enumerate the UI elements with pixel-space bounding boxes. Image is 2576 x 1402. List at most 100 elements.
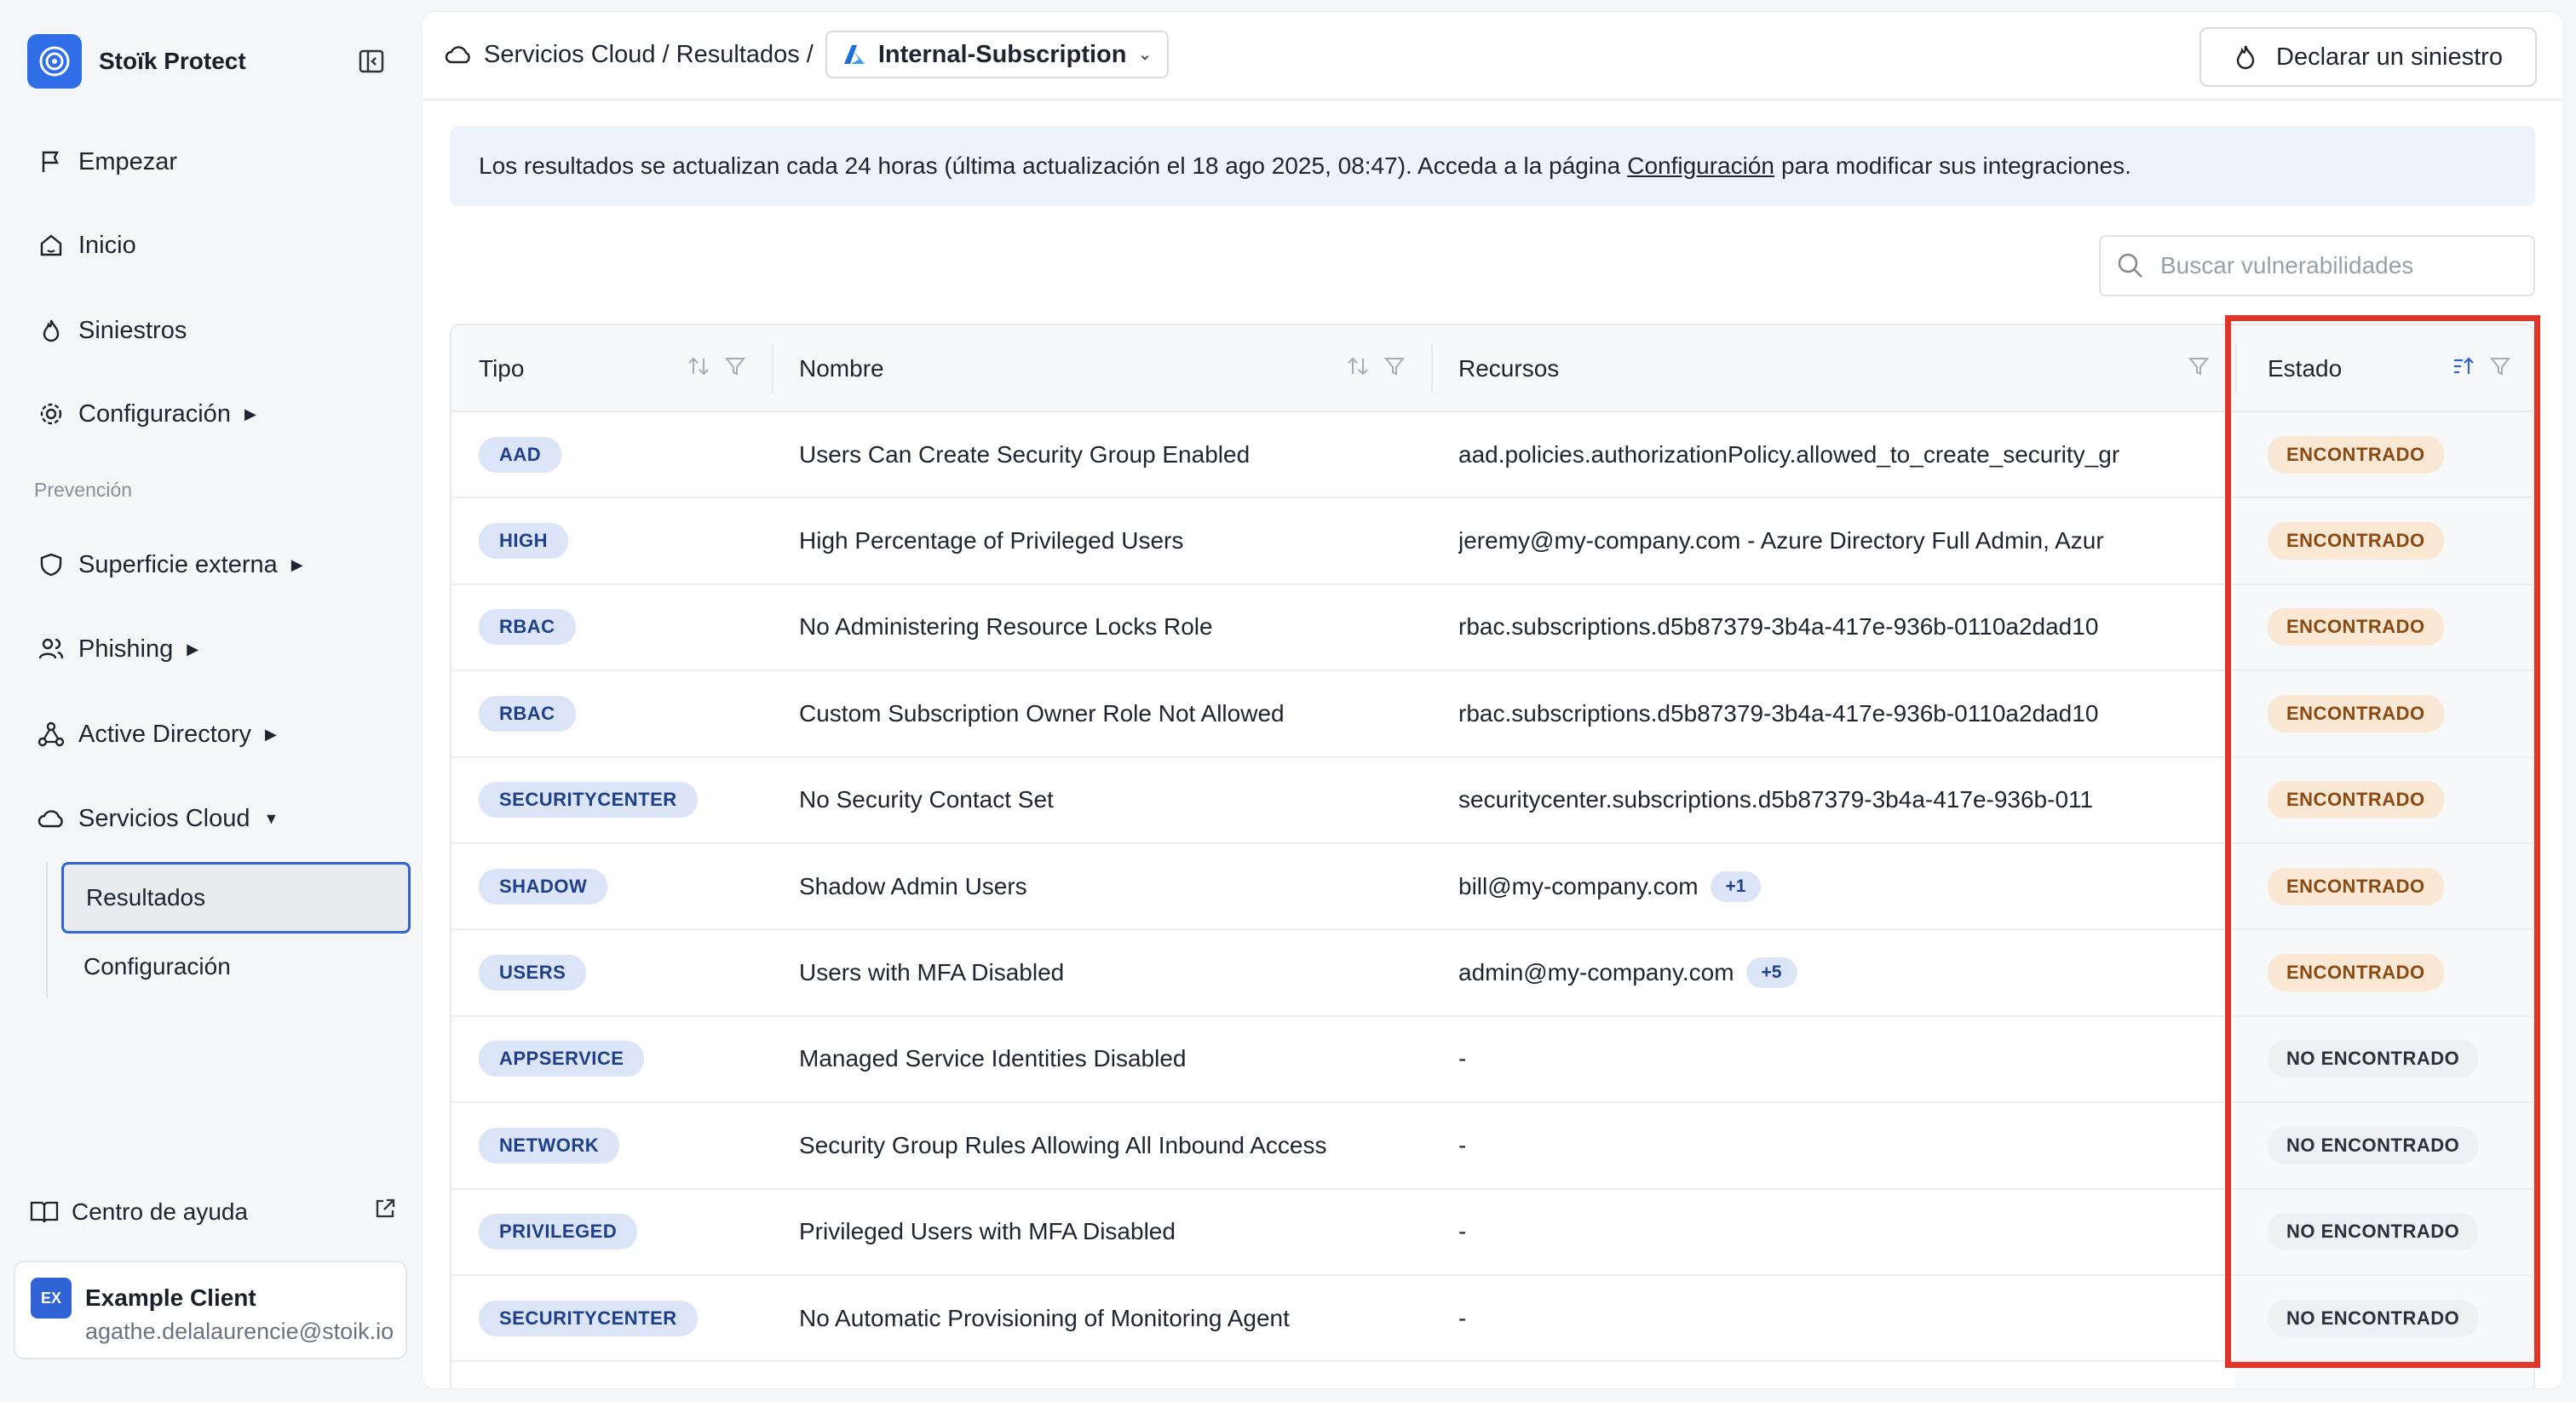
sidebar-item-servicios-cloud[interactable]: Servicios Cloud ▼ xyxy=(34,793,279,844)
filter-icon[interactable] xyxy=(1383,355,1406,383)
table-row[interactable]: USERS Users with MFA Disabled admin@my-com… xyxy=(451,930,2533,1017)
cell-nombre: Users Can Create Security Group Enabled xyxy=(799,440,1251,468)
cell-nombre: Security Group Rules Allowing All Inboun… xyxy=(799,1131,1327,1158)
help-center-link[interactable]: Centro de ayuda xyxy=(29,1197,397,1227)
search-box[interactable] xyxy=(2099,235,2535,296)
status-badge: ENCONTRADO xyxy=(2268,608,2444,646)
table-row[interactable]: RBAC Custom Subscription Owner Role Not A… xyxy=(451,671,2533,758)
sidebar-item-active-directory[interactable]: Active Directory ▶ xyxy=(34,709,277,760)
cell-recursos: - xyxy=(1458,1190,2119,1274)
sidebar: Stoïk Protect Empezar Inicio Siniestros … xyxy=(0,0,423,1402)
cell-recursos: rbac.subscriptions.d5b87379-3b4a-417e-93… xyxy=(1458,671,2119,756)
filter-icon[interactable] xyxy=(2188,355,2210,383)
banner-text: Los resultados se actualizan cada 24 hor… xyxy=(479,152,1621,179)
table-row[interactable]: NETWORK Security Group Rules Allowing All… xyxy=(451,1103,2533,1190)
cell-recursos: - xyxy=(1458,1276,2119,1360)
cell-nombre: Shadow Admin Users xyxy=(799,872,1027,899)
azure-icon xyxy=(842,43,866,66)
info-banner: Los resultados se actualizan cada 24 hor… xyxy=(450,126,2535,206)
avatar: EX xyxy=(31,1278,72,1319)
table-row[interactable]: SECURITYCENTER No Automatic Provisioning … xyxy=(451,1276,2533,1363)
sort-icon[interactable] xyxy=(687,355,710,383)
status-badge: ENCONTRADO xyxy=(2268,435,2444,474)
sidebar-item-siniestros[interactable]: Siniestros xyxy=(34,305,187,356)
resource-text: aad.policies.authorizationPolicy.allowed… xyxy=(1458,440,2119,468)
users-icon xyxy=(34,632,68,666)
column-header-tipo[interactable]: Tipo xyxy=(451,325,772,412)
filter-icon[interactable] xyxy=(724,355,746,383)
cell-estado: ENCONTRADO xyxy=(2268,412,2523,497)
resource-text: securitycenter.subscriptions.d5b87379-3b… xyxy=(1458,786,2094,813)
resource-text: - xyxy=(1458,1131,1467,1158)
sidebar-item-label: Servicios Cloud xyxy=(78,804,250,832)
main-panel: Servicios Cloud / Resultados / Internal-… xyxy=(423,12,2562,1388)
more-resources-badge[interactable]: +1 xyxy=(1710,871,1762,902)
type-badge: USERS xyxy=(479,955,587,991)
sidebar-item-label: Inicio xyxy=(78,231,136,259)
resource-text: jeremy@my-company.com - Azure Directory … xyxy=(1458,527,2104,554)
table-row[interactable]: RBAC No Administering Resource Locks Role… xyxy=(451,585,2533,672)
external-link-icon xyxy=(373,1197,397,1227)
client-switcher[interactable]: EX Example Client agathe.delalaurencie@s… xyxy=(14,1261,407,1359)
vulnerabilities-table: Tipo Nombre Recursos Estado AAD Users Ca… xyxy=(450,324,2535,1388)
sidebar-item-superficie-externa[interactable]: Superficie externa ▶ xyxy=(34,539,303,590)
cell-estado: ENCONTRADO xyxy=(2268,671,2523,756)
cell-nombre: Custom Subscription Owner Role Not Allow… xyxy=(799,699,1285,727)
section-label-prevencion: Prevención xyxy=(34,479,133,501)
cell-estado: NO ENCONTRADO xyxy=(2268,1190,2523,1274)
type-badge: PRIVILEGED xyxy=(479,1214,638,1250)
sort-icon[interactable] xyxy=(1346,355,1370,383)
cell-tipo: HIGH xyxy=(479,498,760,583)
cell-nombre: High Percentage of Privileged Users xyxy=(799,527,1184,554)
sidebar-subitem-configuracion[interactable]: Configuración xyxy=(61,931,411,1003)
cell-recursos: jeremy@my-company.com - Azure Directory … xyxy=(1458,498,2119,583)
cell-nombre: Users with MFA Disabled xyxy=(799,959,1065,986)
cell-nombre: No Security Contact Set xyxy=(799,786,1054,813)
table-row[interactable]: SECURITYCENTER No Security Contact Set sec… xyxy=(451,758,2533,844)
resource-text: admin@my-company.com xyxy=(1458,959,1734,986)
table-row[interactable]: HIGH High Percentage of Privileged Users j… xyxy=(451,498,2533,585)
book-icon xyxy=(29,1198,60,1226)
search-input[interactable] xyxy=(2160,252,2518,279)
brand-logo-icon xyxy=(27,34,82,89)
cell-recursos: bill@my-company.com +1 xyxy=(1458,844,2119,928)
sidebar-item-inicio[interactable]: Inicio xyxy=(34,220,136,271)
table-row[interactable]: AAD Users Can Create Security Group Enabl… xyxy=(451,412,2533,499)
table-row[interactable]: PRIVILEGED Privileged Users with MFA Disa… xyxy=(451,1190,2533,1276)
subscription-select[interactable]: Internal-Subscription ⌄ xyxy=(825,31,1169,78)
column-header-nombre[interactable]: Nombre xyxy=(772,325,1431,412)
client-email: agathe.delalaurencie@stoik.io xyxy=(85,1319,394,1344)
column-header-label: Recursos xyxy=(1458,355,1560,382)
banner-config-link[interactable]: Configuración xyxy=(1627,152,1774,180)
submenu-line xyxy=(46,862,48,998)
brand-name: Stoïk Protect xyxy=(99,48,246,74)
cell-nombre: No Automatic Provisioning of Monitoring … xyxy=(799,1304,1290,1331)
type-badge: AAD xyxy=(479,436,562,473)
sidebar-item-configuracion[interactable]: Configuración ▶ xyxy=(34,388,256,440)
column-header-estado[interactable]: Estado xyxy=(2235,325,2533,412)
cell-tipo: APPSERVICE xyxy=(479,1017,760,1101)
filter-icon[interactable] xyxy=(2489,355,2511,383)
sidebar-item-phishing[interactable]: Phishing ▶ xyxy=(34,623,198,675)
cell-estado: ENCONTRADO xyxy=(2268,498,2523,583)
sidebar-item-label: Empezar xyxy=(78,147,178,175)
sidebar-item-empezar[interactable]: Empezar xyxy=(34,136,177,187)
cell-tipo: RBAC xyxy=(479,671,760,756)
cell-tipo: PRIVILEGED xyxy=(479,1190,760,1274)
cell-tipo: SECURITYCENTER xyxy=(479,758,760,842)
cell-recursos: - xyxy=(1458,1103,2119,1187)
brand[interactable]: Stoïk Protect xyxy=(27,34,246,89)
status-badge: ENCONTRADO xyxy=(2268,522,2444,560)
sidebar-subitem-resultados[interactable]: Resultados xyxy=(61,862,411,934)
sidebar-collapse-icon[interactable] xyxy=(354,44,388,78)
column-header-recursos[interactable]: Recursos xyxy=(1431,325,2235,412)
column-header-label: Tipo xyxy=(479,355,525,382)
table-row[interactable]: SHADOW Shadow Admin Users bill@my-company.… xyxy=(451,844,2533,931)
declare-claim-button[interactable]: Declarar un siniestro xyxy=(2199,27,2537,87)
more-resources-badge[interactable]: +5 xyxy=(1745,957,1797,989)
table-row[interactable]: APPSERVICE Managed Service Identities Dis… xyxy=(451,1017,2533,1104)
type-badge: SHADOW xyxy=(479,868,608,905)
status-badge: NO ENCONTRADO xyxy=(2268,1126,2479,1164)
breadcrumb-text[interactable]: Servicios Cloud / Resultados / xyxy=(484,41,814,69)
sort-ascending-icon[interactable] xyxy=(2452,355,2475,383)
